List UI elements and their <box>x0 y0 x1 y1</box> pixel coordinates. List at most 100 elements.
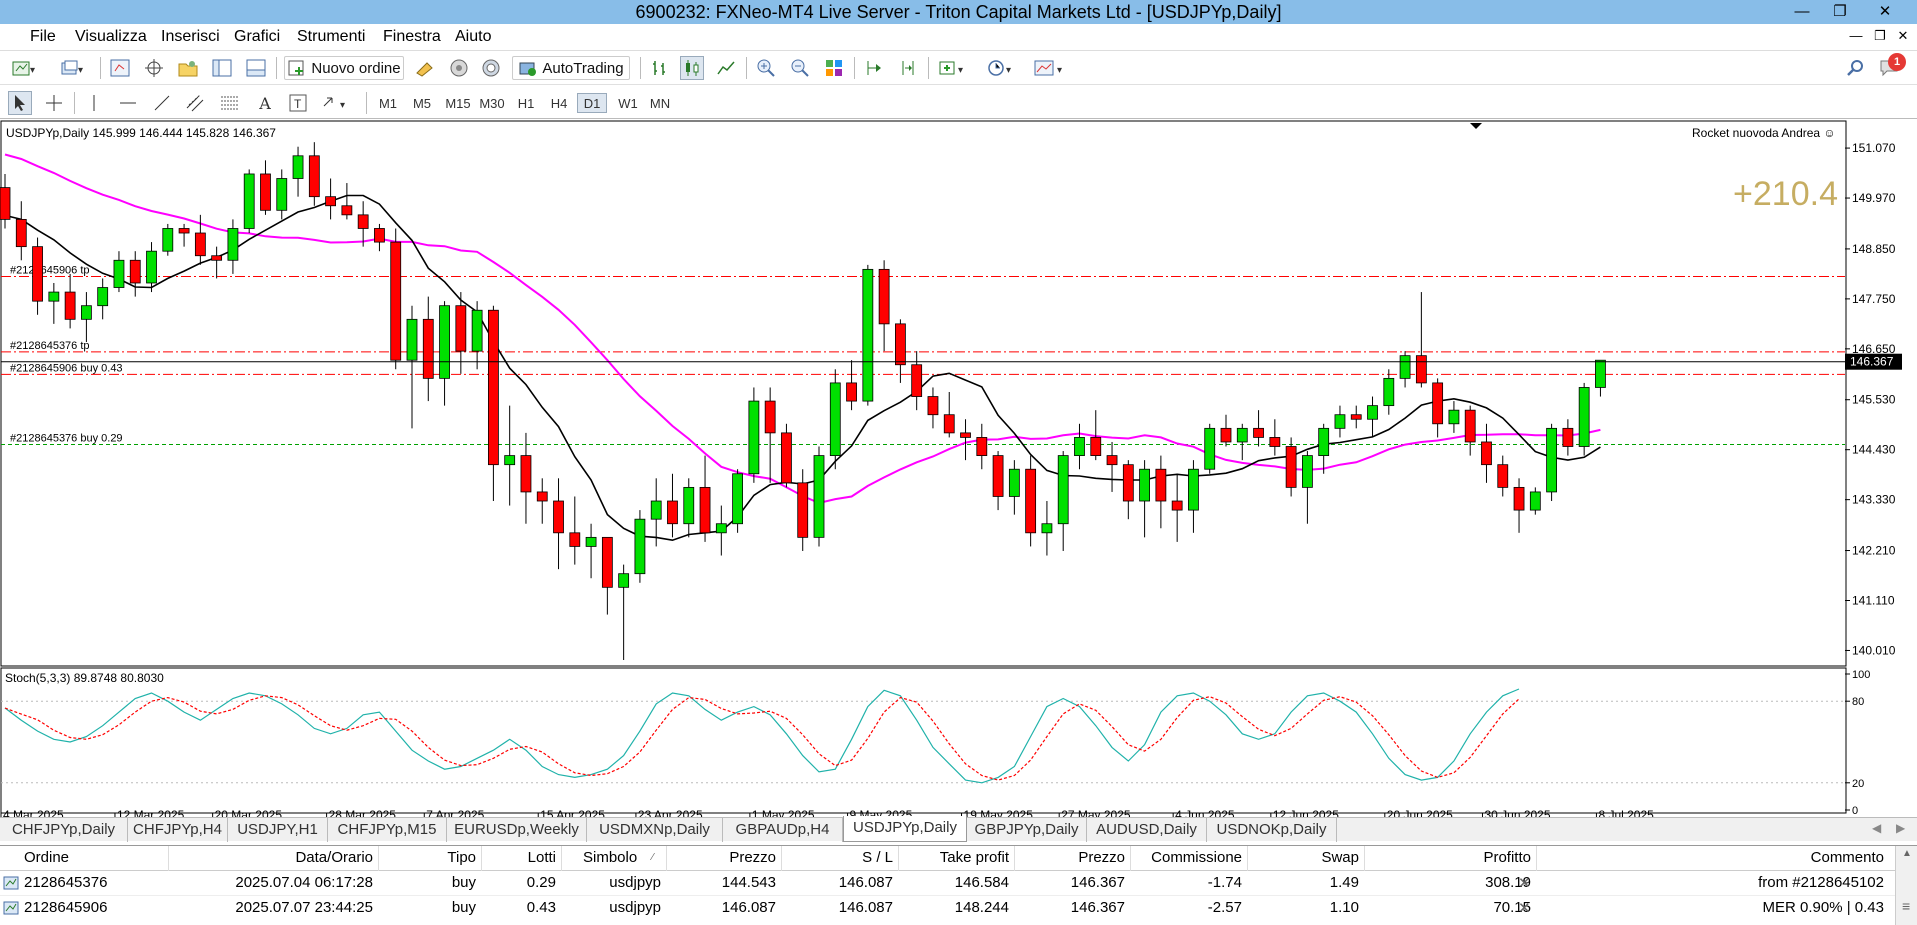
metaeditor-icon[interactable] <box>412 56 438 80</box>
col-ordine[interactable]: Ordine <box>24 849 69 866</box>
candle[interactable] <box>390 228 402 370</box>
candle[interactable] <box>748 387 760 483</box>
cursor-icon[interactable] <box>8 91 32 115</box>
trendline-icon[interactable] <box>150 91 174 115</box>
tab-chfjpyp-m15[interactable]: CHFJPYp,M15 <box>328 818 447 842</box>
scroll-grip-icon[interactable]: ≡ <box>1902 898 1910 914</box>
scroll-up-icon[interactable]: ▲ <box>1902 848 1912 859</box>
market-watch-icon[interactable] <box>108 56 132 80</box>
candle[interactable] <box>813 446 825 547</box>
tab-gbpjpyp-daily[interactable]: GBPJPYp,Daily <box>967 818 1087 842</box>
menu-grafici[interactable]: Grafici <box>234 28 280 46</box>
tab-eurusdp-weekly[interactable]: EURUSDp,Weekly <box>447 818 587 842</box>
menu-file[interactable]: File <box>30 28 56 46</box>
menu-visualizza[interactable]: Visualizza <box>75 28 147 46</box>
minimize-icon[interactable]: — <box>1784 0 1820 22</box>
timeframe-d1[interactable]: D1 <box>577 93 607 113</box>
arrows-icon[interactable]: ▾ <box>320 91 354 115</box>
line-chart-icon[interactable] <box>714 56 738 80</box>
candle[interactable] <box>634 510 646 583</box>
tab-usdnokp-daily[interactable]: USDNOKp,Daily <box>1207 818 1337 842</box>
chart-shift-icon[interactable] <box>862 56 886 80</box>
child-restore-icon[interactable]: ❐ <box>1870 28 1890 44</box>
candle[interactable] <box>1204 423 1216 474</box>
table-row[interactable]: 2128645906 2025.07.07 23:44:25 buy 0.43 … <box>0 896 1895 921</box>
periods-icon[interactable]: ▾ <box>984 56 1018 80</box>
tile-windows-icon[interactable] <box>822 56 846 80</box>
candle[interactable] <box>243 169 255 234</box>
notification-badge[interactable]: 1 <box>1888 53 1906 71</box>
col-commissione[interactable]: Commissione <box>1130 849 1242 866</box>
market-icon[interactable] <box>446 56 472 80</box>
menu-inserisci[interactable]: Inserisci <box>161 28 220 46</box>
col-commento[interactable]: Commento <box>1536 849 1884 866</box>
timeframe-m5[interactable]: M5 <box>407 93 437 113</box>
timeframe-h1[interactable]: H1 <box>511 93 541 113</box>
col-swap[interactable]: Swap <box>1247 849 1359 866</box>
close-order-icon[interactable]: ✕ <box>1518 899 1531 917</box>
timeframe-w1[interactable]: W1 <box>613 93 643 113</box>
timeframe-m1[interactable]: M1 <box>373 93 403 113</box>
terminal-icon[interactable] <box>210 56 234 80</box>
close-icon[interactable]: ✕ <box>1860 0 1910 22</box>
tab-scroll-left-icon[interactable]: ◀ <box>1872 821 1881 835</box>
menu-aiuto[interactable]: Aiuto <box>455 28 491 46</box>
tab-chfjpyp-daily[interactable]: CHFJPYp,Daily <box>0 818 128 842</box>
tab-usdjpyp-daily[interactable]: USDJPYp,Daily <box>843 816 967 842</box>
orders-scrollbar[interactable]: ▲ ≡ <box>1895 846 1917 925</box>
col-tipo[interactable]: Tipo <box>378 849 476 866</box>
col-profitto[interactable]: Profitto <box>1364 849 1531 866</box>
candle[interactable] <box>862 264 874 406</box>
col-data-orario[interactable]: Data/Orario <box>168 849 373 866</box>
autotrading-button[interactable]: AutoTrading <box>512 56 630 80</box>
menu-finestra[interactable]: Finestra <box>383 28 441 46</box>
new-chart-icon[interactable]: ▾ <box>8 56 42 80</box>
horizontal-line-icon[interactable] <box>116 91 140 115</box>
equidistant-channel-icon[interactable] <box>184 91 208 115</box>
bar-chart-icon[interactable] <box>648 56 672 80</box>
candle[interactable] <box>781 423 792 488</box>
crosshair-data-window-icon[interactable] <box>142 56 166 80</box>
candle[interactable] <box>829 369 841 470</box>
vertical-line-icon[interactable] <box>82 91 106 115</box>
timeframe-mn[interactable]: MN <box>645 93 675 113</box>
tab-chfjpyp-h4[interactable]: CHFJPYp,H4 <box>128 818 228 842</box>
indicators-icon[interactable]: ▾ <box>936 56 970 80</box>
crosshair-icon[interactable] <box>42 91 66 115</box>
new-order-button[interactable]: Nuovo ordine <box>284 56 404 80</box>
strategy-tester-icon[interactable] <box>244 56 268 80</box>
candle[interactable] <box>162 223 174 256</box>
close-order-icon[interactable]: ✕ <box>1518 874 1531 892</box>
timeframe-h4[interactable]: H4 <box>544 93 574 113</box>
col-simbolo[interactable]: Simbolo <box>583 849 637 866</box>
timeframe-m15[interactable]: M15 <box>441 93 475 113</box>
candlestick-chart-icon[interactable] <box>680 56 704 80</box>
child-minimize-icon[interactable]: — <box>1846 28 1866 43</box>
restore-icon[interactable]: ❐ <box>1822 0 1858 22</box>
fibonacci-icon[interactable] <box>218 91 242 115</box>
col-sl[interactable]: S / L <box>781 849 893 866</box>
col-take-profit[interactable]: Take profit <box>898 849 1009 866</box>
candle[interactable] <box>1578 382 1590 456</box>
child-close-icon[interactable]: ✕ <box>1893 28 1913 44</box>
table-row[interactable]: 2128645376 2025.07.04 06:17:28 buy 0.29 … <box>0 871 1895 896</box>
signals-icon[interactable] <box>478 56 504 80</box>
col-prezzo[interactable]: Prezzo <box>666 849 776 866</box>
zoom-in-icon[interactable] <box>754 56 778 80</box>
candle[interactable] <box>1025 455 1037 547</box>
price-chart[interactable]: #2128645906 tp #2128645376 tp #2128645906 … <box>0 120 1917 819</box>
tab-gbpaudp-h4[interactable]: GBPAUDp,H4 <box>723 818 843 842</box>
timeframe-m30[interactable]: M30 <box>475 93 509 113</box>
col-prezzo-attuale[interactable]: Prezzo <box>1014 849 1125 866</box>
tab-usdjpy-h1[interactable]: USDJPY,H1 <box>228 818 328 842</box>
text-icon[interactable]: A <box>254 91 276 115</box>
menu-strumenti[interactable]: Strumenti <box>297 28 365 46</box>
search-icon[interactable] <box>1843 56 1867 80</box>
candle[interactable] <box>732 469 743 533</box>
tab-usdmxnp-daily[interactable]: USDMXNp,Daily <box>587 818 723 842</box>
templates-icon[interactable]: ▾ <box>1030 56 1070 80</box>
candle[interactable] <box>1285 437 1297 497</box>
zoom-out-icon[interactable] <box>788 56 812 80</box>
profiles-icon[interactable]: ▾ <box>56 56 90 80</box>
tab-scroll-right-icon[interactable]: ▶ <box>1896 821 1905 835</box>
